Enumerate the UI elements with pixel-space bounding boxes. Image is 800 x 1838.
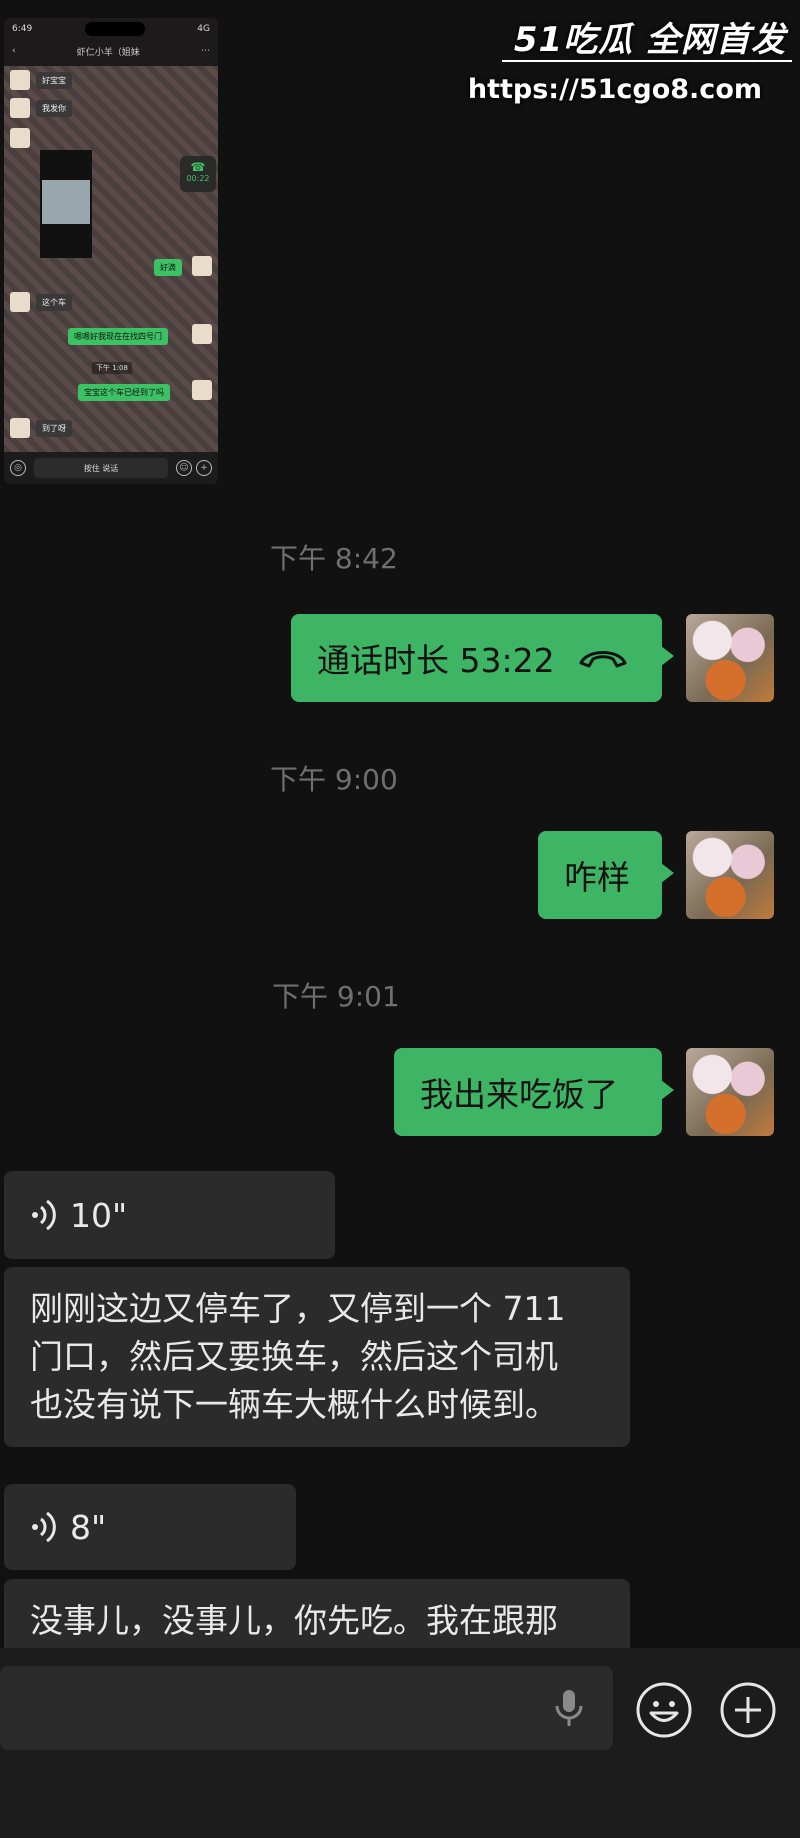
microphone-icon[interactable] — [551, 1688, 587, 1728]
message-input[interactable] — [0, 1666, 613, 1750]
call-record-bubble[interactable]: 通话时长 53:22 — [291, 614, 674, 702]
thumb-avatar — [10, 292, 30, 312]
thumb-avatar — [192, 256, 212, 276]
voice-duration: 10" — [70, 1195, 128, 1235]
thumb-voice-icon: ◎ — [10, 460, 26, 476]
thumb-back-icon: ‹ — [12, 46, 16, 56]
shared-screenshot-image[interactable]: 6:49 4G ‹ 虾仁小羊（姐妹 ⋯ 好宝宝 我发你 ☎ 00:22 好滴 这… — [4, 18, 218, 484]
voice-message-bubble[interactable]: 10" — [4, 1171, 335, 1259]
thumb-status-bar: 6:49 4G — [4, 18, 218, 40]
voice-wave-icon — [32, 1199, 56, 1231]
thumb-message: 我发你 — [36, 100, 72, 117]
thumb-plus-icon: + — [196, 460, 212, 476]
transcript-line: 没事儿，没事儿，你先吃。我在跟那 — [30, 1601, 558, 1640]
thumb-chat-header: ‹ 虾仁小羊（姐妹 ⋯ — [4, 40, 218, 62]
thumb-call-time: 00:22 — [186, 174, 210, 183]
message-bubble[interactable]: 咋样 — [538, 831, 674, 919]
plus-icon[interactable] — [720, 1682, 776, 1738]
thumb-hold-to-talk: 按住 说话 — [34, 458, 168, 478]
thumb-phone-icon: ☎ — [190, 160, 206, 174]
thumb-input-bar: ◎ 按住 说话 ☺ + — [4, 452, 218, 484]
voice-transcript-bubble[interactable]: 刚刚这边又停车了，又停到一个 711 门口，然后又要换车，然后这个司机 也没有说… — [4, 1267, 630, 1447]
timestamp: 下午 9:01 — [272, 980, 400, 1013]
thumb-call-badge: ☎ 00:22 — [180, 156, 216, 192]
thumb-status-time: 6:49 — [12, 24, 33, 34]
transcript-line: 门口，然后又要换车，然后这个司机 — [30, 1337, 558, 1376]
message-text: 我出来吃饭了 — [420, 1075, 618, 1114]
thumb-message: 到了呀 — [36, 420, 72, 437]
thumb-message: 好宝宝 — [36, 72, 72, 89]
thumb-timestamp: 下午 1:08 — [92, 362, 132, 374]
input-bar — [0, 1648, 800, 1838]
thumb-message: 这个车 — [36, 294, 72, 311]
thumb-avatar — [10, 128, 30, 148]
watermark: 51吃瓜 全网首发 https://51cgo8.com — [468, 10, 792, 120]
thumb-message: 嗯嗯好我现在在找四号门 — [68, 328, 168, 345]
watermark-url: https://51cgo8.com — [467, 74, 762, 105]
thumb-avatar — [192, 324, 212, 344]
message-text: 咋样 — [564, 858, 630, 897]
watermark-brand: 51吃瓜 全网首发 — [513, 20, 786, 60]
watermark-divider — [502, 60, 792, 62]
message-bubble[interactable]: 我出来吃饭了 — [394, 1048, 674, 1136]
thumb-car-photo — [40, 150, 92, 258]
my-avatar[interactable] — [686, 1048, 774, 1136]
transcript-line: 也没有说下一辆车大概什么时候到。 — [30, 1385, 558, 1424]
thumb-dynamic-island — [84, 22, 145, 36]
thumb-status-network: 4G — [197, 24, 210, 34]
thumb-chat-area: 好宝宝 我发你 ☎ 00:22 好滴 这个车 嗯嗯好我现在在找四号门 下午 1:… — [4, 66, 218, 452]
timestamp: 下午 8:42 — [270, 542, 398, 575]
phone-hangup-icon — [579, 651, 627, 668]
voice-duration: 8" — [70, 1507, 107, 1547]
thumb-message: 好滴 — [154, 259, 182, 276]
call-duration-text: 通话时长 53:22 — [317, 641, 555, 680]
transcript-line: 刚刚这边又停车了，又停到一个 711 — [30, 1289, 566, 1328]
voice-message-bubble[interactable]: 8" — [4, 1484, 296, 1570]
emoji-icon[interactable] — [636, 1682, 692, 1738]
timestamp: 下午 9:00 — [270, 763, 398, 796]
my-avatar[interactable] — [686, 831, 774, 919]
thumb-avatar — [192, 380, 212, 400]
thumb-emoji-icon: ☺ — [176, 460, 192, 476]
thumb-chat-title: 虾仁小羊（姐妹 — [76, 47, 140, 58]
my-avatar[interactable] — [686, 614, 774, 702]
thumb-avatar — [10, 98, 30, 118]
voice-wave-icon — [32, 1511, 56, 1543]
thumb-more-icon: ⋯ — [201, 46, 210, 56]
thumb-avatar — [10, 418, 30, 438]
thumb-avatar — [10, 70, 30, 90]
thumb-message: 宝宝这个车已经到了吗 — [78, 384, 170, 401]
